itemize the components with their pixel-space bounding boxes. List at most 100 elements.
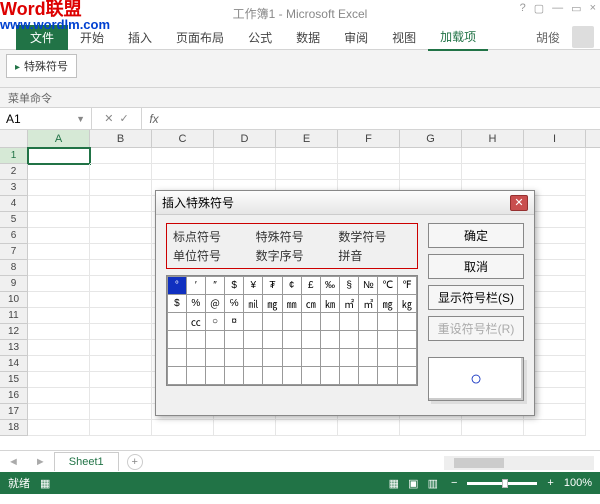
row-header[interactable]: 4 [0, 196, 28, 212]
user-name[interactable]: 胡俊 [536, 29, 560, 46]
symbol-cell[interactable]: ㏕ [244, 295, 263, 313]
cell[interactable] [90, 212, 152, 228]
symbol-cell[interactable] [320, 331, 339, 349]
symbol-cell[interactable]: ‰ [320, 277, 339, 295]
cell[interactable] [28, 244, 90, 260]
row-header[interactable]: 7 [0, 244, 28, 260]
col-header[interactable]: B [90, 130, 152, 147]
cell[interactable] [28, 340, 90, 356]
row-header[interactable]: 17 [0, 404, 28, 420]
fx-label[interactable]: fx [142, 108, 166, 129]
symbol-cell[interactable]: ° [168, 277, 187, 295]
cell[interactable] [90, 228, 152, 244]
symbol-cell[interactable] [397, 313, 416, 331]
macro-record-icon[interactable]: ▦ [40, 477, 50, 490]
row-header[interactable]: 1 [0, 148, 28, 164]
symbol-cell[interactable] [244, 349, 263, 367]
row-header[interactable]: 3 [0, 180, 28, 196]
row-header[interactable]: 11 [0, 308, 28, 324]
cell[interactable] [338, 148, 400, 164]
cell[interactable] [28, 196, 90, 212]
cell[interactable] [400, 164, 462, 180]
cell[interactable] [276, 164, 338, 180]
col-header[interactable]: I [524, 130, 586, 147]
cell[interactable] [28, 164, 90, 180]
cell[interactable] [28, 292, 90, 308]
symbol-cell[interactable]: ㎝ [301, 295, 320, 313]
row-header[interactable]: 15 [0, 372, 28, 388]
zoom-level[interactable]: 100% [564, 477, 592, 489]
cell[interactable] [90, 244, 152, 260]
symbol-cell[interactable] [359, 313, 378, 331]
cell[interactable] [90, 196, 152, 212]
symbol-cell[interactable] [225, 349, 244, 367]
symbol-cell[interactable] [244, 331, 263, 349]
cell[interactable] [524, 164, 586, 180]
symbol-cell[interactable] [320, 367, 339, 385]
symbol-cell[interactable]: ㎞ [320, 295, 339, 313]
symbol-cell[interactable]: ℉ [397, 277, 416, 295]
col-header[interactable]: A [28, 130, 90, 147]
symbol-cell[interactable] [225, 367, 244, 385]
page-break-view-icon[interactable]: ▥ [428, 478, 438, 490]
accept-formula-icon[interactable]: ✓ [120, 112, 129, 125]
symbol-cell[interactable] [186, 331, 205, 349]
symbol-cell[interactable] [168, 331, 187, 349]
symbol-cell[interactable] [263, 313, 282, 331]
symbol-cell[interactable] [282, 313, 301, 331]
zoom-in-icon[interactable]: + [547, 477, 553, 489]
cell[interactable] [462, 420, 524, 436]
formula-input[interactable] [166, 108, 600, 129]
symbol-cell[interactable] [378, 313, 397, 331]
cell[interactable] [90, 388, 152, 404]
symbol-cell[interactable]: ¤ [225, 313, 244, 331]
symbol-cell[interactable] [263, 331, 282, 349]
avatar[interactable] [572, 26, 594, 48]
cancel-formula-icon[interactable]: ✕ [104, 112, 113, 125]
help-icon[interactable]: ? [520, 2, 526, 15]
symbol-cell[interactable] [378, 367, 397, 385]
symbol-cell[interactable]: ㎏ [397, 295, 416, 313]
tab-addins[interactable]: 加载项 [428, 24, 488, 51]
cell[interactable] [152, 148, 214, 164]
maximize-icon[interactable]: ▭ [571, 2, 581, 15]
symbol-cell[interactable]: ′ [186, 277, 205, 295]
col-header[interactable]: C [152, 130, 214, 147]
horizontal-scrollbar[interactable] [444, 456, 594, 470]
symbol-cell[interactable]: ㎎ [263, 295, 282, 313]
tab-review[interactable]: 审阅 [332, 25, 380, 50]
cell[interactable] [28, 388, 90, 404]
col-header[interactable]: E [276, 130, 338, 147]
name-box[interactable]: A1 ▼ [0, 108, 92, 129]
symbol-cell[interactable]: ㎥ [359, 295, 378, 313]
symbol-cell[interactable] [186, 367, 205, 385]
symbol-cell[interactable]: ₮ [263, 277, 282, 295]
tab-view[interactable]: 视图 [380, 25, 428, 50]
symbol-cell[interactable]: ＠ [205, 295, 224, 313]
cell[interactable] [462, 164, 524, 180]
symbol-cell[interactable] [301, 313, 320, 331]
special-symbol-button[interactable]: 特殊符号 [6, 54, 77, 78]
cell[interactable] [28, 372, 90, 388]
symbol-cell[interactable] [168, 349, 187, 367]
symbol-cell[interactable] [263, 349, 282, 367]
row-header[interactable]: 10 [0, 292, 28, 308]
add-sheet-button[interactable]: + [127, 454, 143, 470]
cell[interactable] [90, 164, 152, 180]
cell[interactable] [90, 292, 152, 308]
cancel-button[interactable]: 取消 [428, 254, 524, 279]
show-symbol-bar-button[interactable]: 显示符号栏(S) [428, 285, 524, 310]
symbol-cell[interactable] [301, 331, 320, 349]
cell[interactable] [28, 404, 90, 420]
zoom-out-icon[interactable]: − [451, 477, 457, 489]
cat-math[interactable]: 数学符号 [338, 228, 411, 245]
cell[interactable] [90, 180, 152, 196]
symbol-cell[interactable] [282, 349, 301, 367]
symbol-cell[interactable]: ㏄ [186, 313, 205, 331]
cell[interactable] [90, 324, 152, 340]
cell[interactable] [28, 212, 90, 228]
row-header[interactable]: 2 [0, 164, 28, 180]
cell[interactable] [524, 148, 586, 164]
symbol-cell[interactable]: £ [301, 277, 320, 295]
cell[interactable] [276, 148, 338, 164]
